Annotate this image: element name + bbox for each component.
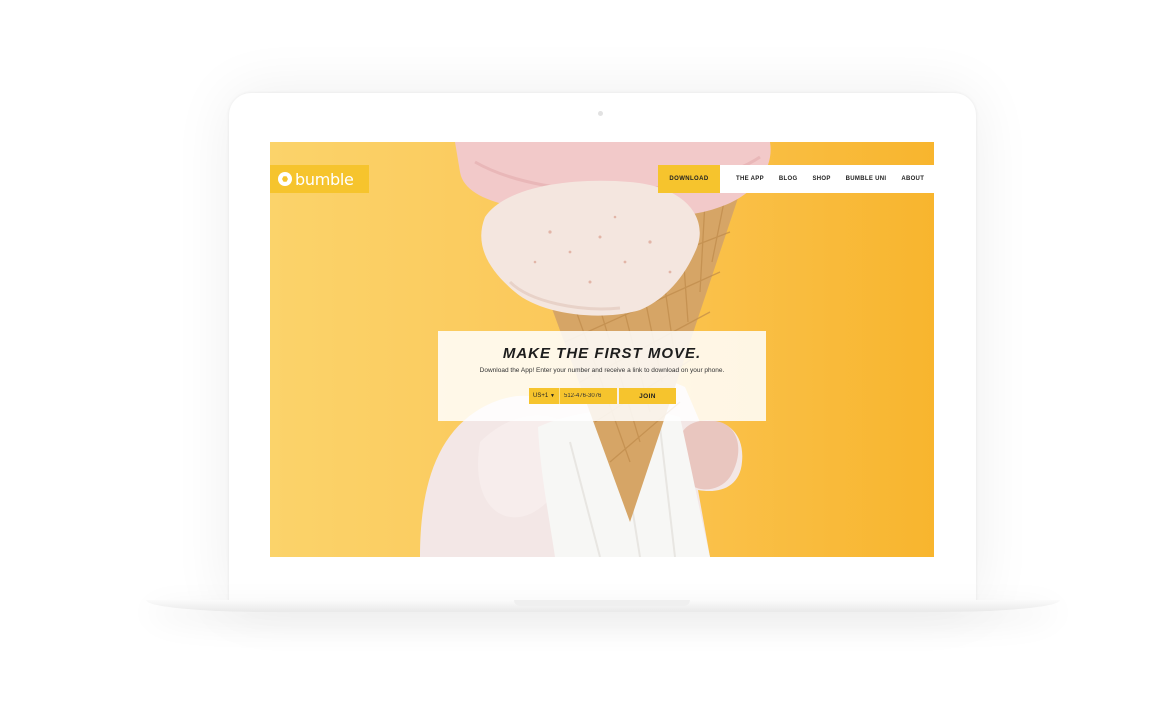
website-screen: bumble DOWNLOAD THE APP BLOG SHOP BUMBLE… (270, 142, 934, 557)
laptop-notch (514, 600, 690, 606)
nav-item-shop[interactable]: SHOP (812, 176, 830, 182)
hexagon-logo-icon (278, 172, 292, 186)
hero-headline: MAKE THE FIRST MOVE. (502, 345, 702, 362)
nav-download-button[interactable]: DOWNLOAD (658, 165, 720, 193)
phone-number-input[interactable] (559, 388, 617, 404)
logo-wordmark: bumble (295, 169, 354, 189)
bumble-logo[interactable]: bumble (270, 165, 369, 193)
phone-signup-form: US+1 ▼ JOIN (529, 388, 676, 404)
signup-panel: MAKE THE FIRST MOVE. Download the App! E… (438, 331, 766, 421)
join-button[interactable]: JOIN (619, 388, 676, 404)
country-code-label: US+1 (533, 393, 549, 399)
nav-item-the-app[interactable]: THE APP (736, 176, 764, 182)
top-nav: DOWNLOAD THE APP BLOG SHOP BUMBLE UNI AB… (658, 165, 934, 193)
country-code-select[interactable]: US+1 ▼ (529, 388, 559, 404)
webcam-dot (598, 111, 603, 116)
laptop-mockup: bumble DOWNLOAD THE APP BLOG SHOP BUMBLE… (0, 0, 1161, 724)
nav-item-blog[interactable]: BLOG (779, 176, 798, 182)
caret-down-icon: ▼ (550, 393, 555, 399)
hero-subline: Download the App! Enter your number and … (479, 367, 725, 374)
nav-item-about[interactable]: ABOUT (901, 176, 924, 182)
nav-item-bumble-uni[interactable]: BUMBLE UNI (846, 176, 887, 182)
